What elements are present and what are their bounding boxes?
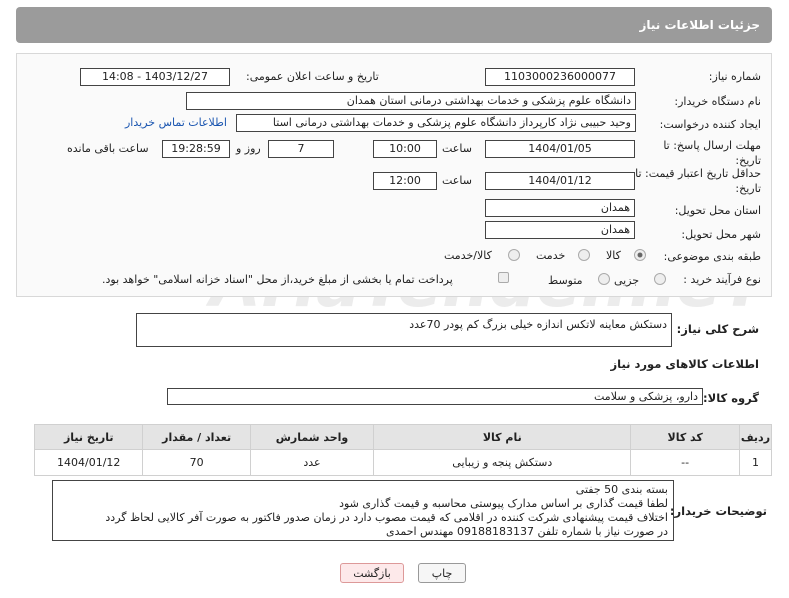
description-field[interactable]: دستکش معاینه لاتکس اندازه خیلی بزرگ کم پ… [136,313,672,347]
process-radio-medium[interactable] [598,273,610,285]
buyer-org-field: دانشگاه علوم پزشکی و خدمات بهداشتی درمان… [186,92,636,110]
cell-unit: عدد [249,449,375,476]
creator-label: ایجاد کننده درخواست: [659,118,761,131]
send-time-label: ساعت [442,142,472,155]
cell-name: دستکش پنجه و زیبایی [373,449,632,476]
send-deadline-label-date: تاریخ: [735,154,761,167]
category-option-both: کالا/خدمت [444,249,492,262]
province-label: استان محل تحویل: [674,204,761,217]
category-option-service: خدمت [536,249,566,262]
category-label: طبقه بندی موضوعی: [663,250,761,263]
category-radio-both[interactable] [508,249,520,261]
goods-info-title: اطلاعات کالاهای مورد نیاز [610,357,759,371]
buyer-notes-box: بسته بندی 50 جفتی لطفا قیمت گذاری بر اسا… [52,480,674,541]
remaining-label: ساعت باقی مانده [67,142,149,155]
contact-info-link[interactable]: اطلاعات تماس خریدار [125,116,227,129]
need-number-field: 1103000236000077 [485,68,635,86]
category-radio-goods[interactable] [634,249,646,261]
province-field: همدان [485,199,635,217]
col-header-name: نام کالا [373,424,632,450]
process-label: نوع فرآیند خرید : [683,273,761,286]
price-time-field: 12:00 [373,172,437,190]
buyer-notes-line: لطفا قیمت گذاری بر اساس مدارک پیوستی محا… [339,497,668,510]
print-button[interactable]: چاپ [418,563,466,583]
remaining-time-field: 19:28:59 [162,140,230,158]
page-title: جزئیات اطلاعات نیاز [639,18,760,32]
city-field: همدان [485,221,635,239]
price-validity-label: حداقل تاریخ اعتبار قیمت: تا [635,167,761,180]
process-option-minor: جزیی [614,274,640,287]
cell-quantity: 70 [142,449,251,476]
send-deadline-label: مهلت ارسال پاسخ: تا [663,139,761,152]
description-label: شرح کلی نیاز: [676,322,759,336]
col-header-date: تاریخ نیاز [33,424,144,450]
payment-checkbox[interactable] [498,272,509,283]
buyer-notes-line: اختلاف قیمت پیشنهادی شرکت کننده در اقلام… [105,511,668,524]
goods-group-label: گروه کالا: [703,391,759,405]
process-option-medium: متوسط [548,274,583,287]
days-remaining-field: 7 [268,140,334,158]
cell-date: 1404/01/12 [33,449,144,476]
send-date-field: 1404/01/05 [485,140,635,158]
col-header-code: کد کالا [630,424,740,450]
send-time-field: 10:00 [373,140,437,158]
cell-row-number: 1 [738,449,773,476]
buyer-notes-line: بسته بندی 50 جفتی [575,483,668,496]
city-label: شهر محل تحویل: [681,228,761,241]
items-table-header-row: ردیف کد کالا نام کالا واحد شمارش تعداد /… [33,424,773,450]
price-date-field: 1404/01/12 [485,172,635,190]
category-radio-service[interactable] [578,249,590,261]
announce-field: 1403/12/27 - 14:08 [80,68,230,86]
cell-code: -- [630,449,740,476]
items-table: ردیف کد کالا نام کالا واحد شمارش تعداد /… [33,424,773,476]
payment-note: پرداخت تمام یا بخشی از مبلغ خرید،از محل … [102,273,453,286]
col-header-row: ردیف [738,424,773,450]
creator-field: وحید حبیبی نژاد کارپرداز دانشگاه علوم پز… [236,114,636,132]
need-number-label: شماره نیاز: [708,70,761,83]
announce-label: تاریخ و ساعت اعلان عمومی: [246,70,379,83]
buyer-org-label: نام دستگاه خریدار: [674,95,761,108]
table-row: 1 -- دستکش پنجه و زیبایی عدد 70 1404/01/… [33,449,773,476]
price-time-label: ساعت [442,174,472,187]
col-header-quantity: تعداد / مقدار [142,424,251,450]
col-header-unit: واحد شمارش [249,424,375,450]
buyer-notes-line: در صورت نیاز با شماره تلفن 09188183137 م… [385,525,668,538]
process-radio-minor[interactable] [654,273,666,285]
days-label: روز و [236,142,261,155]
goods-group-field: دارو، پزشکی و سلامت [167,388,703,405]
page-header: جزئیات اطلاعات نیاز [16,7,772,43]
buyer-notes-label: توضیحات خریدار: [669,504,767,518]
price-validity-label-date: تاریخ: [735,182,761,195]
category-option-goods: کالا [606,249,621,262]
back-button[interactable]: بازگشت [340,563,404,583]
